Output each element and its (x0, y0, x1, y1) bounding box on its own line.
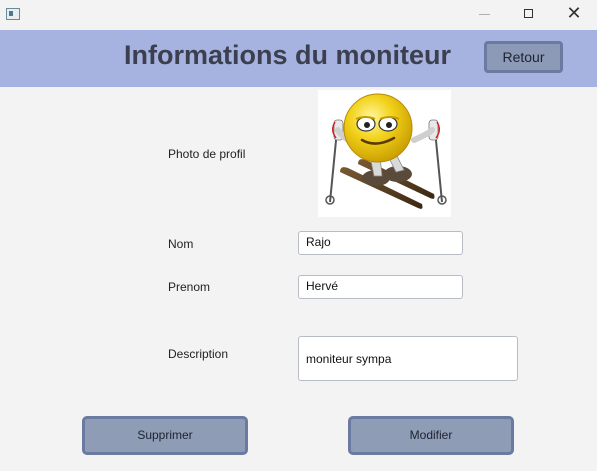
skier-smiley-avatar (325, 93, 447, 209)
minimize-icon[interactable] (462, 0, 508, 30)
title-bar: ✕ (0, 0, 597, 30)
close-icon[interactable]: ✕ (551, 0, 597, 30)
back-button[interactable]: Retour (484, 41, 563, 73)
nom-label: Nom (168, 237, 194, 251)
app-window: ✕ Informations du moniteur Retour Photo … (0, 0, 597, 471)
profile-photo (318, 90, 451, 217)
description-label: Description (168, 347, 229, 361)
app-icon (6, 8, 20, 20)
prenom-label: Prenom (168, 280, 211, 294)
maximize-icon[interactable] (506, 0, 552, 30)
prenom-input[interactable]: Hervé (298, 275, 463, 299)
page-title: Informations du moniteur (124, 40, 451, 70)
photo-label: Photo de profil (168, 147, 246, 161)
description-textarea[interactable]: moniteur sympa (298, 336, 518, 381)
delete-button[interactable]: Supprimer (82, 416, 248, 455)
edit-button[interactable]: Modifier (348, 416, 514, 455)
nom-input[interactable]: Rajo (298, 231, 463, 255)
